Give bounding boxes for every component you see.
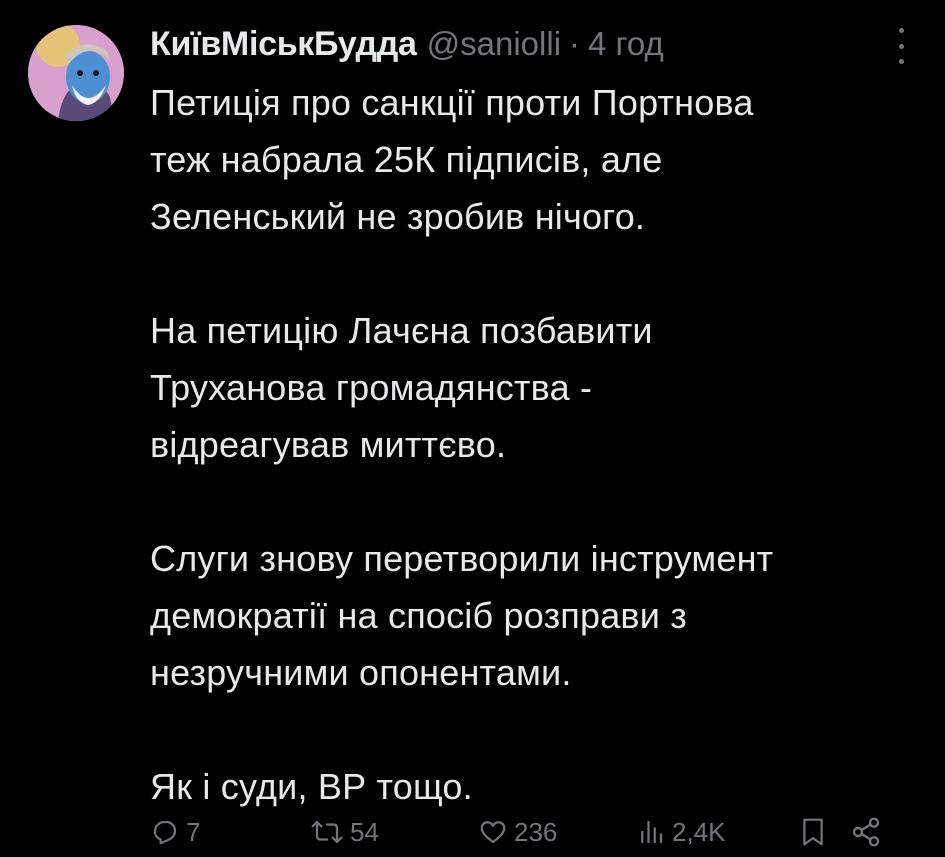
tweet-paragraph: Петиція про санкції проти Портнова теж н…	[150, 82, 754, 237]
tweet-paragraph: На петицію Лачєна позбавити Труханова гр…	[150, 310, 653, 465]
retweet-count: 54	[350, 816, 379, 847]
tweet-paragraph: Слуги знову перетворили інструмент демок…	[150, 538, 774, 693]
views-button[interactable]: 2,4K	[636, 810, 726, 854]
bookmark-button[interactable]	[798, 810, 828, 854]
separator-dot: ·	[569, 25, 581, 62]
share-icon	[852, 817, 880, 847]
tweet-header: КиївМіськБудда @saniolli · 4 год	[150, 20, 664, 68]
like-button[interactable]: 236	[478, 810, 557, 854]
tweet-text: Петиція про санкції проти Портнова теж н…	[150, 74, 910, 815]
tweet-actions: 7 54 236 2,4K	[150, 810, 910, 854]
views-icon	[641, 820, 663, 844]
reply-count: 7	[186, 816, 201, 847]
avatar-image	[28, 25, 124, 121]
share-button[interactable]	[850, 810, 882, 854]
reply-button[interactable]: 7	[150, 810, 200, 854]
reply-icon	[153, 820, 177, 845]
bookmark-icon	[803, 818, 823, 846]
more-vertical-icon[interactable]	[891, 28, 911, 64]
tweet[interactable]: КиївМіськБудда @saniolli · 4 год Петиція…	[0, 0, 945, 857]
views-count: 2,4K	[672, 816, 726, 847]
like-count: 236	[514, 816, 558, 847]
user-handle[interactable]: @saniolli	[427, 25, 561, 63]
timestamp[interactable]: 4 год	[588, 25, 664, 63]
retweet-icon	[311, 820, 343, 844]
heart-icon	[480, 821, 506, 844]
retweet-button[interactable]: 54	[310, 810, 379, 854]
tweet-paragraph: Як і суди, ВР тощо.	[150, 766, 473, 807]
avatar[interactable]	[28, 25, 124, 121]
display-name[interactable]: КиївМіськБудда	[150, 25, 417, 64]
